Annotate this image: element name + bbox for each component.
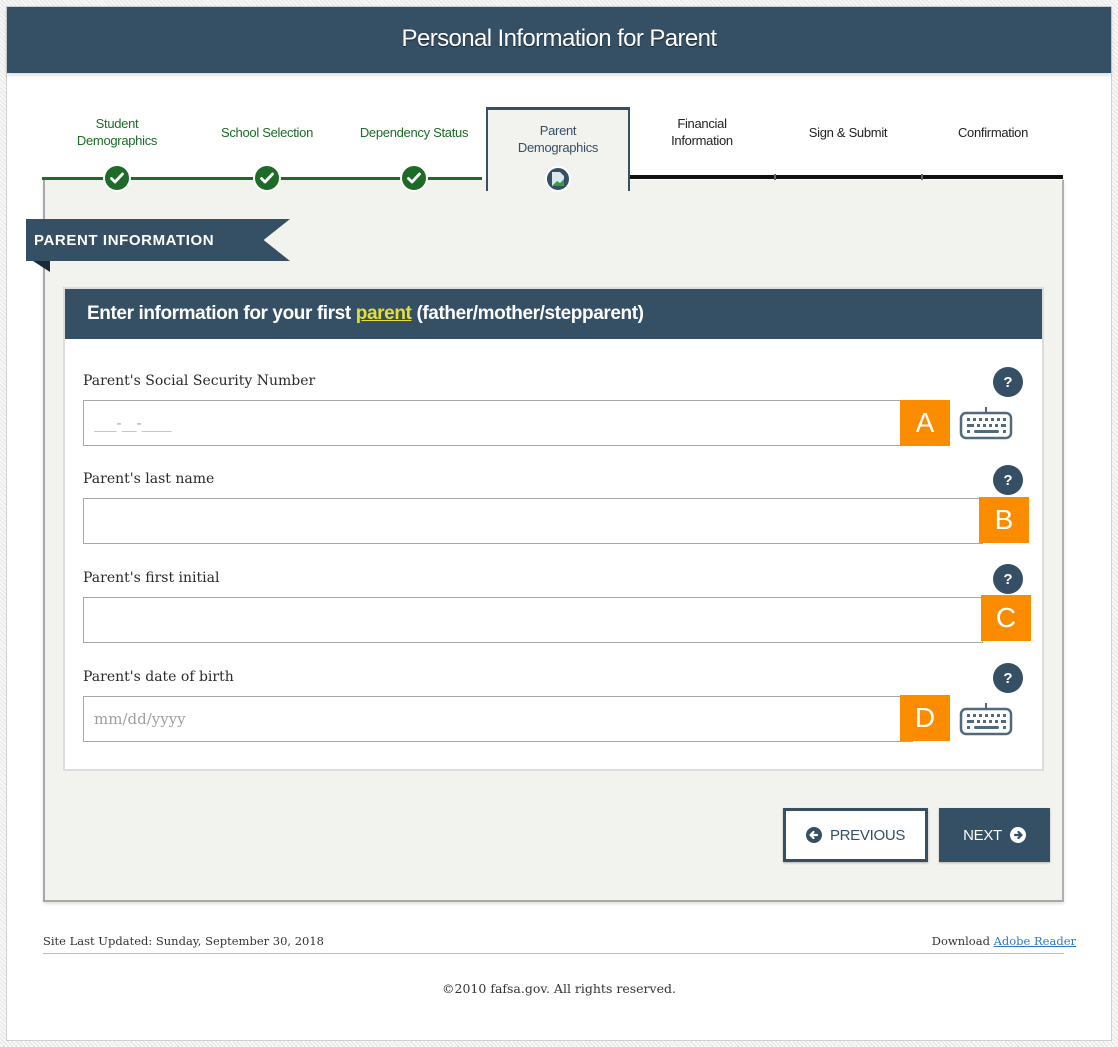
- form-header: Enter information for your first parent …: [65, 289, 1042, 339]
- step-separator: [774, 174, 776, 180]
- first-initial-label: Parent's first initial: [83, 570, 220, 586]
- next-button[interactable]: NEXT: [939, 808, 1050, 862]
- dob-label: Parent's date of birth: [83, 669, 234, 685]
- previous-button[interactable]: PREVIOUS: [783, 808, 928, 862]
- ssn-label: Parent's Social Security Number: [83, 373, 316, 389]
- step-financial-information[interactable]: Financial Information: [632, 100, 772, 182]
- progress-steps: Student Demographics School Selection Dep…: [42, 100, 1063, 192]
- ssn-input[interactable]: [83, 400, 911, 446]
- dob-input[interactable]: [83, 696, 913, 742]
- help-icon[interactable]: ?: [993, 663, 1023, 693]
- step-label: School Selection: [220, 124, 314, 140]
- document-icon: [545, 166, 571, 192]
- step-label: Parent Demographics: [517, 123, 599, 155]
- annotation-marker-d: D: [900, 695, 950, 741]
- copyright: ©2010 fafsa.gov. All rights reserved.: [442, 981, 676, 996]
- step-school-selection[interactable]: School Selection: [202, 100, 332, 192]
- arrow-right-circle-icon: [1009, 827, 1026, 843]
- help-icon[interactable]: ?: [993, 564, 1023, 594]
- check-circle-icon: [400, 164, 428, 192]
- site-last-updated: Site Last Updated: Sunday, September 30,…: [43, 934, 324, 948]
- step-dependency-status[interactable]: Dependency Status: [342, 100, 486, 192]
- section-ribbon: PARENT INFORMATION: [26, 219, 290, 261]
- annotation-marker-a: A: [900, 400, 950, 446]
- step-parent-demographics[interactable]: Parent Demographics: [486, 107, 630, 192]
- footer-divider: [43, 953, 1064, 954]
- help-icon[interactable]: ?: [993, 367, 1023, 397]
- step-label: Financial Information: [671, 116, 733, 148]
- step-label: Dependency Status: [359, 124, 469, 140]
- arrow-left-circle-icon: [805, 827, 822, 843]
- step-student-demographics[interactable]: Student Demographics: [52, 100, 182, 192]
- step-confirmation[interactable]: Confirmation: [923, 100, 1063, 182]
- annotation-marker-c: C: [981, 595, 1031, 641]
- form-card: Enter information for your first parent …: [63, 287, 1044, 771]
- last-name-input[interactable]: [83, 498, 983, 544]
- page-title: Personal Information for Parent: [401, 25, 718, 52]
- help-icon[interactable]: ?: [993, 465, 1023, 495]
- annotation-marker-b: B: [979, 497, 1029, 543]
- step-label: Confirmation: [957, 124, 1029, 140]
- download-notice: Download Adobe Reader: [931, 934, 1076, 948]
- last-name-label: Parent's last name: [83, 471, 215, 487]
- section-title: PARENT INFORMATION: [34, 231, 215, 249]
- first-initial-input[interactable]: [83, 597, 983, 643]
- ribbon-fold: [33, 261, 50, 272]
- parent-glossary-link[interactable]: parent: [356, 303, 412, 325]
- step-sign-submit[interactable]: Sign & Submit: [777, 100, 919, 182]
- check-circle-icon: [103, 164, 131, 192]
- step-label: Student Demographics: [76, 116, 158, 148]
- keyboard-icon[interactable]: [959, 702, 1013, 736]
- check-circle-icon: [253, 164, 281, 192]
- keyboard-icon[interactable]: [959, 406, 1013, 440]
- step-label: Sign & Submit: [808, 124, 888, 140]
- adobe-reader-link[interactable]: Adobe Reader: [994, 934, 1076, 948]
